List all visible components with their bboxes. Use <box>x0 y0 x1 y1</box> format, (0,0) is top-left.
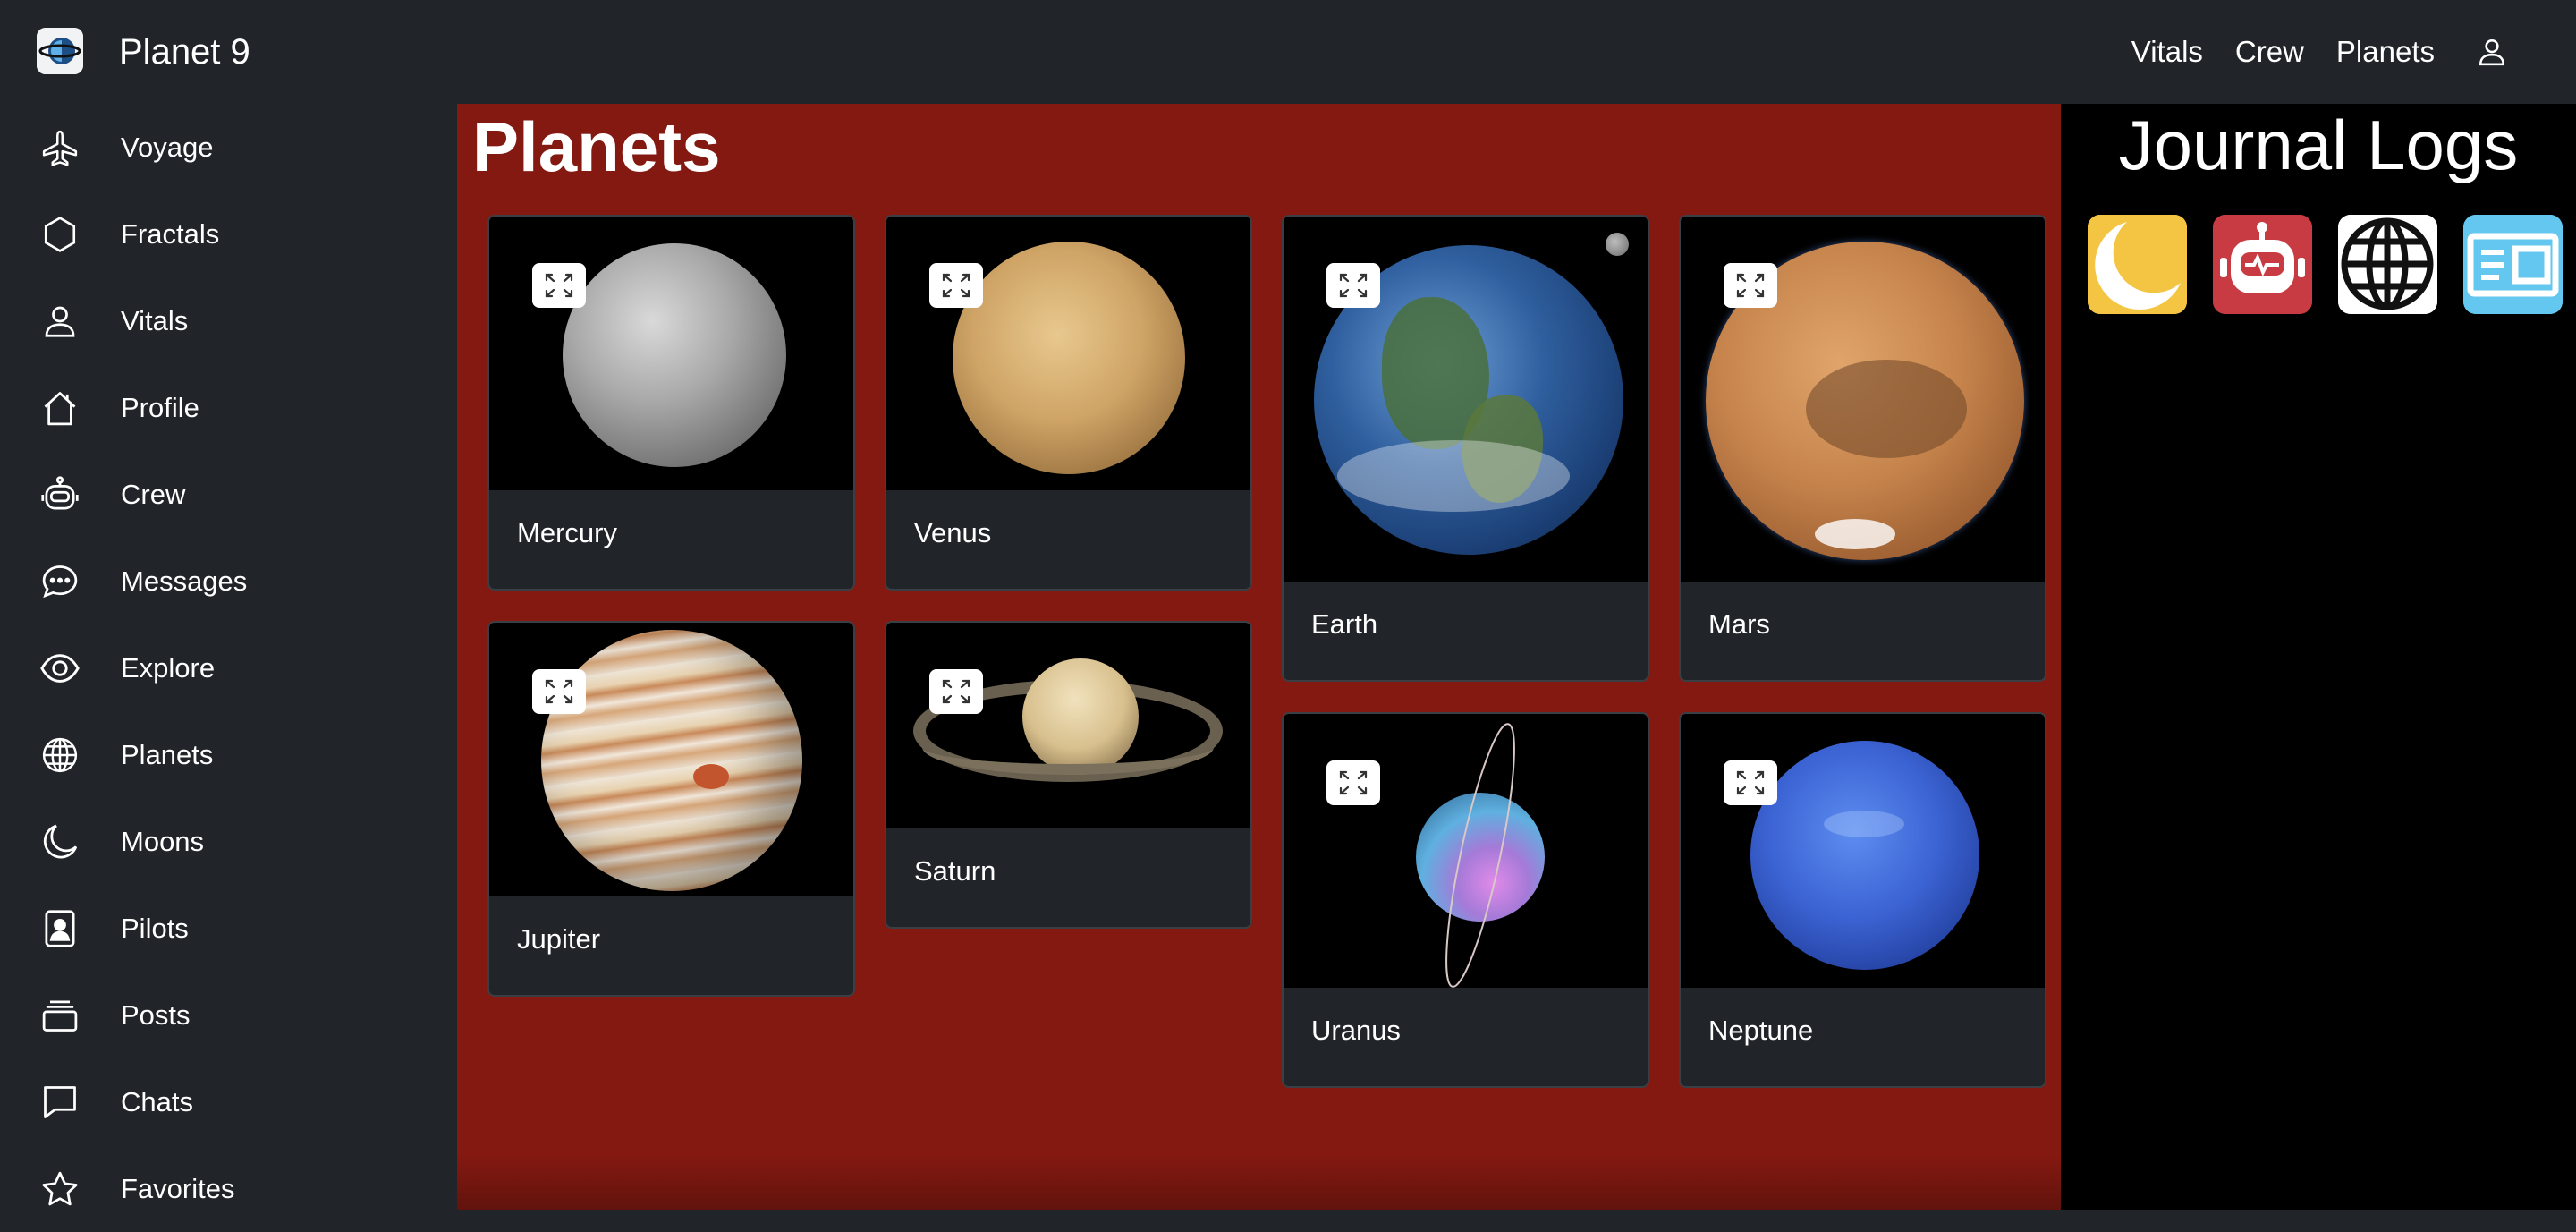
expand-icon[interactable] <box>929 263 983 308</box>
planet-image-mercury <box>489 217 853 490</box>
top-nav-links: Vitals Crew Planets <box>2131 27 2576 77</box>
planet-card-venus[interactable]: Venus <box>885 215 1252 591</box>
planet-image-neptune <box>1681 714 2045 988</box>
planet-logo-icon[interactable] <box>37 28 83 74</box>
planet-image-venus <box>886 217 1250 490</box>
airplane-icon <box>38 125 82 170</box>
brand-title[interactable]: Planet 9 <box>119 27 250 77</box>
sidebar-item-vitals[interactable]: Vitals <box>0 277 456 364</box>
eye-icon <box>38 646 82 691</box>
sidebar-item-planets[interactable]: Planets <box>0 711 456 798</box>
sidebar-item-messages[interactable]: Messages <box>0 538 456 624</box>
sidebar-item-label: Favorites <box>121 1172 235 1204</box>
sidebar-item-crew[interactable]: Crew <box>0 451 456 538</box>
sidebar-item-label: Crew <box>121 478 186 510</box>
sidebar-item-profile[interactable]: Profile <box>0 364 456 451</box>
sidebar-item-label: Moons <box>121 825 205 857</box>
moon-app-icon[interactable] <box>2088 215 2187 314</box>
sidebar: Voyage Fractals Vitals Profile Crew Mess… <box>0 104 456 1210</box>
sidebar-item-favorites[interactable]: Favorites <box>0 1145 456 1232</box>
planet-card-saturn[interactable]: Saturn <box>885 621 1252 929</box>
nav-link-vitals[interactable]: Vitals <box>2131 27 2203 77</box>
sidebar-item-label: Posts <box>121 998 191 1031</box>
sidebar-item-label: Planets <box>121 738 214 770</box>
planet-image-earth <box>1284 217 1648 582</box>
journal-panel: Journal Logs <box>2061 104 2576 1210</box>
planets-panel: Planets Mercury Venus Earth Mars Jupiter… <box>457 104 2061 1210</box>
expand-icon[interactable] <box>1724 760 1777 805</box>
sidebar-item-voyage[interactable]: Voyage <box>0 104 456 191</box>
sidebar-item-label: Profile <box>121 391 199 423</box>
sidebar-item-label: Messages <box>121 565 248 597</box>
badge-icon <box>38 906 82 951</box>
top-navbar: Planet 9 Vitals Crew Planets <box>0 0 2576 104</box>
sidebar-item-label: Fractals <box>121 217 220 250</box>
planet-name: Jupiter <box>517 923 601 955</box>
nav-link-crew[interactable]: Crew <box>2235 27 2304 77</box>
planet-name: Neptune <box>1708 1015 1814 1046</box>
user-icon[interactable] <box>2467 27 2517 77</box>
globe-app-icon[interactable] <box>2338 215 2437 314</box>
journal-title: Journal Logs <box>2118 106 2519 184</box>
planet-card-mercury[interactable]: Mercury <box>487 215 855 591</box>
moon-icon <box>38 820 82 864</box>
sidebar-item-label: Chats <box>121 1085 193 1117</box>
planet-image-uranus <box>1284 714 1648 988</box>
sidebar-item-label: Vitals <box>121 304 189 336</box>
globe-icon <box>38 733 82 777</box>
collection-icon <box>38 993 82 1038</box>
hexagon-icon <box>38 212 82 257</box>
sidebar-item-label: Voyage <box>121 131 214 163</box>
expand-icon[interactable] <box>1326 760 1380 805</box>
planet-name: Earth <box>1311 608 1378 640</box>
sidebar-item-label: Pilots <box>121 912 189 944</box>
nav-link-planets[interactable]: Planets <box>2336 27 2435 77</box>
planet-card-neptune[interactable]: Neptune <box>1679 712 2046 1088</box>
page-title: Planets <box>472 107 721 186</box>
planet-image-mars <box>1681 217 2045 582</box>
planet-name: Uranus <box>1311 1015 1401 1046</box>
sidebar-item-posts[interactable]: Posts <box>0 972 456 1058</box>
planet-card-uranus[interactable]: Uranus <box>1282 712 1649 1088</box>
robot-icon <box>38 472 82 517</box>
person-icon <box>38 299 82 344</box>
sidebar-item-label: Explore <box>121 651 216 684</box>
chat-square-icon <box>38 1080 82 1125</box>
sidebar-item-pilots[interactable]: Pilots <box>0 885 456 972</box>
planet-name: Saturn <box>914 855 996 887</box>
expand-icon[interactable] <box>929 669 983 714</box>
planet-card-mars[interactable]: Mars <box>1679 215 2046 682</box>
news-app-icon[interactable] <box>2463 215 2563 314</box>
planet-image-jupiter <box>489 623 853 896</box>
expand-icon[interactable] <box>532 669 586 714</box>
star-icon <box>38 1167 82 1211</box>
sidebar-item-fractals[interactable]: Fractals <box>0 191 456 277</box>
robot-app-icon[interactable] <box>2213 215 2312 314</box>
planet-card-jupiter[interactable]: Jupiter <box>487 621 855 997</box>
expand-icon[interactable] <box>1326 263 1380 308</box>
sidebar-item-explore[interactable]: Explore <box>0 624 456 711</box>
sidebar-item-chats[interactable]: Chats <box>0 1058 456 1145</box>
planet-name: Venus <box>914 517 992 548</box>
sidebar-item-moons[interactable]: Moons <box>0 798 456 885</box>
expand-icon[interactable] <box>1724 263 1777 308</box>
chat-dots-icon <box>38 559 82 604</box>
planet-image-saturn <box>886 623 1250 828</box>
planet-name: Mercury <box>517 517 617 548</box>
planet-card-earth[interactable]: Earth <box>1282 215 1649 682</box>
expand-icon[interactable] <box>532 263 586 308</box>
house-icon <box>38 386 82 430</box>
planet-name: Mars <box>1708 608 1770 640</box>
